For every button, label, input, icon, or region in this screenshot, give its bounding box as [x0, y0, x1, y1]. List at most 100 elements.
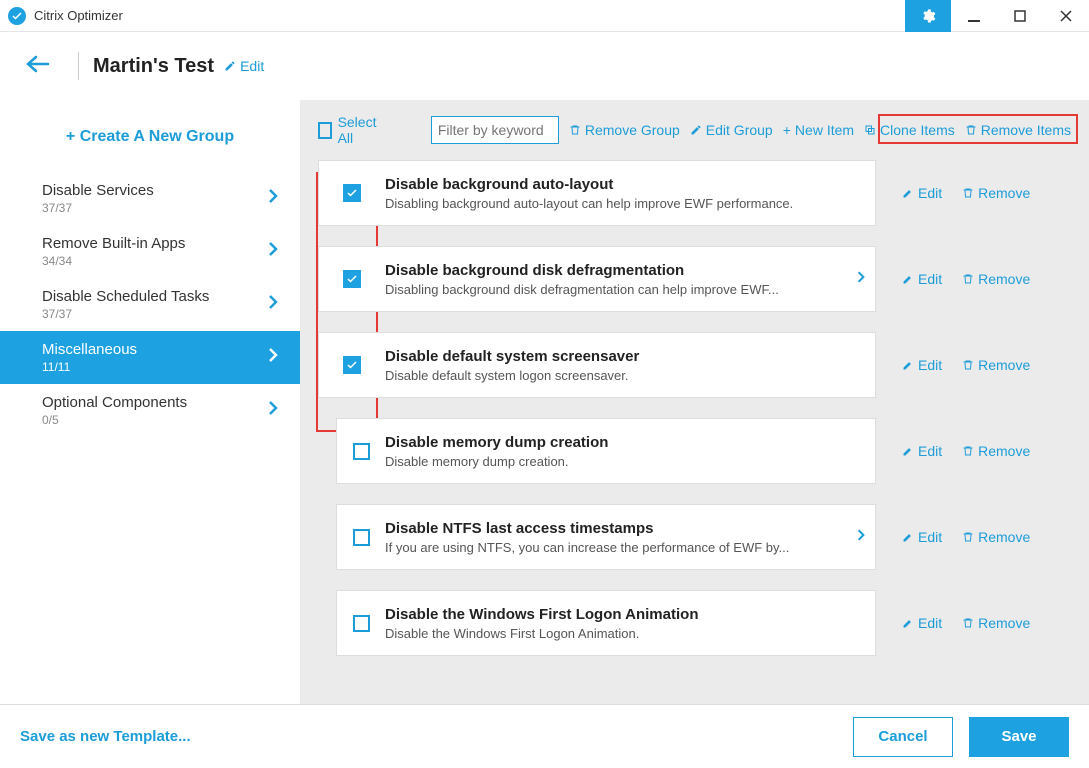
- item-remove-button[interactable]: Remove: [962, 357, 1030, 373]
- item-remove-button[interactable]: Remove: [962, 529, 1030, 545]
- sidebar: + Create A New Group Disable Services37/…: [0, 100, 300, 704]
- edit-label: Edit: [240, 58, 264, 74]
- sidebar-item-count: 34/34: [42, 254, 185, 268]
- remove-items-button[interactable]: Remove Items: [965, 122, 1071, 138]
- item-card[interactable]: Disable memory dump creationDisable memo…: [336, 418, 876, 484]
- sidebar-item-label: Optional Components: [42, 394, 187, 411]
- save-button[interactable]: Save: [969, 717, 1069, 757]
- pencil-icon: [902, 617, 914, 629]
- item-remove-button[interactable]: Remove: [962, 271, 1030, 287]
- item-remove-button[interactable]: Remove: [962, 443, 1030, 459]
- footer: Save as new Template... Cancel Save: [0, 704, 1089, 768]
- btn-label: Edit Group: [706, 122, 773, 138]
- item-edit-button[interactable]: Edit: [902, 185, 942, 201]
- sidebar-item-label: Miscellaneous: [42, 341, 137, 358]
- item-checkbox[interactable]: [353, 443, 370, 460]
- chevron-right-icon: [857, 528, 865, 547]
- header: Martin's Test Edit: [0, 32, 1089, 100]
- item-checkbox[interactable]: [343, 356, 361, 374]
- item-card[interactable]: Disable the Windows First Logon Animatio…: [336, 590, 876, 656]
- settings-button[interactable]: [905, 0, 951, 32]
- pencil-icon: [224, 60, 236, 72]
- item-desc: Disabling background disk defragmentatio…: [385, 282, 851, 297]
- item-row: Disable default system screensaverDisabl…: [318, 332, 1071, 398]
- item-edit-button[interactable]: Edit: [902, 529, 942, 545]
- sidebar-item-count: 0/5: [42, 413, 187, 427]
- item-remove-button[interactable]: Remove: [962, 615, 1030, 631]
- item-desc: Disable the Windows First Logon Animatio…: [385, 626, 865, 641]
- items-list: Disable background auto-layoutDisabling …: [304, 160, 1085, 656]
- item-title: Disable NTFS last access timestamps: [385, 520, 851, 537]
- trash-icon: [569, 124, 581, 136]
- close-button[interactable]: [1043, 0, 1089, 32]
- page-title: Martin's Test: [93, 55, 214, 78]
- titlebar: Citrix Optimizer: [0, 0, 1089, 32]
- item-edit-button[interactable]: Edit: [902, 615, 942, 631]
- sidebar-item-label: Disable Scheduled Tasks: [42, 288, 209, 305]
- chevron-right-icon: [268, 347, 278, 368]
- item-title: Disable background disk defragmentation: [385, 262, 851, 279]
- back-button[interactable]: [24, 54, 52, 79]
- edit-template-button[interactable]: Edit: [224, 58, 264, 74]
- trash-icon: [962, 617, 974, 629]
- btn-label: Remove Group: [585, 122, 680, 138]
- item-edit-button[interactable]: Edit: [902, 443, 942, 459]
- maximize-button[interactable]: [997, 0, 1043, 32]
- item-checkbox[interactable]: [353, 615, 370, 632]
- trash-icon: [965, 124, 977, 136]
- item-desc: If you are using NTFS, you can increase …: [385, 540, 851, 555]
- create-group-button[interactable]: + Create A New Group: [0, 108, 300, 172]
- clone-items-button[interactable]: Clone Items: [864, 122, 955, 138]
- trash-icon: [962, 187, 974, 199]
- pencil-icon: [690, 124, 702, 136]
- select-all-button[interactable]: Select All: [318, 114, 380, 146]
- item-card[interactable]: Disable background auto-layoutDisabling …: [318, 160, 876, 226]
- new-item-button[interactable]: + New Item: [783, 122, 854, 138]
- pencil-icon: [902, 187, 914, 199]
- remove-group-button[interactable]: Remove Group: [569, 122, 680, 138]
- plus-icon: +: [783, 122, 791, 138]
- item-row: Disable the Windows First Logon Animatio…: [318, 590, 1071, 656]
- item-remove-button[interactable]: Remove: [962, 185, 1030, 201]
- item-card[interactable]: Disable NTFS last access timestamps If yo…: [336, 504, 876, 570]
- minimize-icon: [968, 10, 980, 22]
- item-row: Disable background auto-layoutDisabling …: [318, 160, 1071, 226]
- chevron-right-icon: [268, 294, 278, 315]
- pencil-icon: [902, 531, 914, 543]
- item-card[interactable]: Disable background disk defragmentation D…: [318, 246, 876, 312]
- item-card[interactable]: Disable default system screensaverDisabl…: [318, 332, 876, 398]
- item-title: Disable default system screensaver: [385, 348, 865, 365]
- item-checkbox[interactable]: [343, 184, 361, 202]
- item-edit-button[interactable]: Edit: [902, 357, 942, 373]
- item-row: Disable background disk defragmentation D…: [318, 246, 1071, 312]
- item-checkbox[interactable]: [343, 270, 361, 288]
- edit-group-button[interactable]: Edit Group: [690, 122, 773, 138]
- item-row: Disable NTFS last access timestamps If yo…: [318, 504, 1071, 570]
- sidebar-item-count: 11/11: [42, 360, 137, 374]
- main-panel: Select All Remove Group Edit Group + New…: [300, 100, 1089, 704]
- gear-icon: [920, 8, 936, 24]
- sidebar-item-disable-services[interactable]: Disable Services37/37: [0, 172, 300, 225]
- trash-icon: [962, 359, 974, 371]
- sidebar-item-optional[interactable]: Optional Components 0/5: [0, 384, 300, 437]
- cancel-button[interactable]: Cancel: [853, 717, 953, 757]
- sidebar-item-remove-apps[interactable]: Remove Built-in Apps34/34: [0, 225, 300, 278]
- item-row: Disable memory dump creationDisable memo…: [318, 418, 1071, 484]
- sidebar-item-miscellaneous[interactable]: Miscellaneous 11/11: [0, 331, 300, 384]
- item-edit-button[interactable]: Edit: [902, 271, 942, 287]
- sidebar-item-scheduled-tasks[interactable]: Disable Scheduled Tasks 37/37: [0, 278, 300, 331]
- copy-icon: [864, 124, 876, 136]
- item-desc: Disabling background auto-layout can hel…: [385, 196, 865, 211]
- pencil-icon: [902, 445, 914, 457]
- filter-input[interactable]: [431, 116, 559, 144]
- toolbar: Select All Remove Group Edit Group + New…: [304, 100, 1085, 160]
- sidebar-item-count: 37/37: [42, 307, 209, 321]
- chevron-right-icon: [268, 400, 278, 421]
- item-checkbox[interactable]: [353, 529, 370, 546]
- close-icon: [1060, 10, 1072, 22]
- item-desc: Disable memory dump creation.: [385, 454, 865, 469]
- save-template-button[interactable]: Save as new Template...: [20, 728, 191, 745]
- minimize-button[interactable]: [951, 0, 997, 32]
- chevron-right-icon: [857, 270, 865, 289]
- trash-icon: [962, 445, 974, 457]
